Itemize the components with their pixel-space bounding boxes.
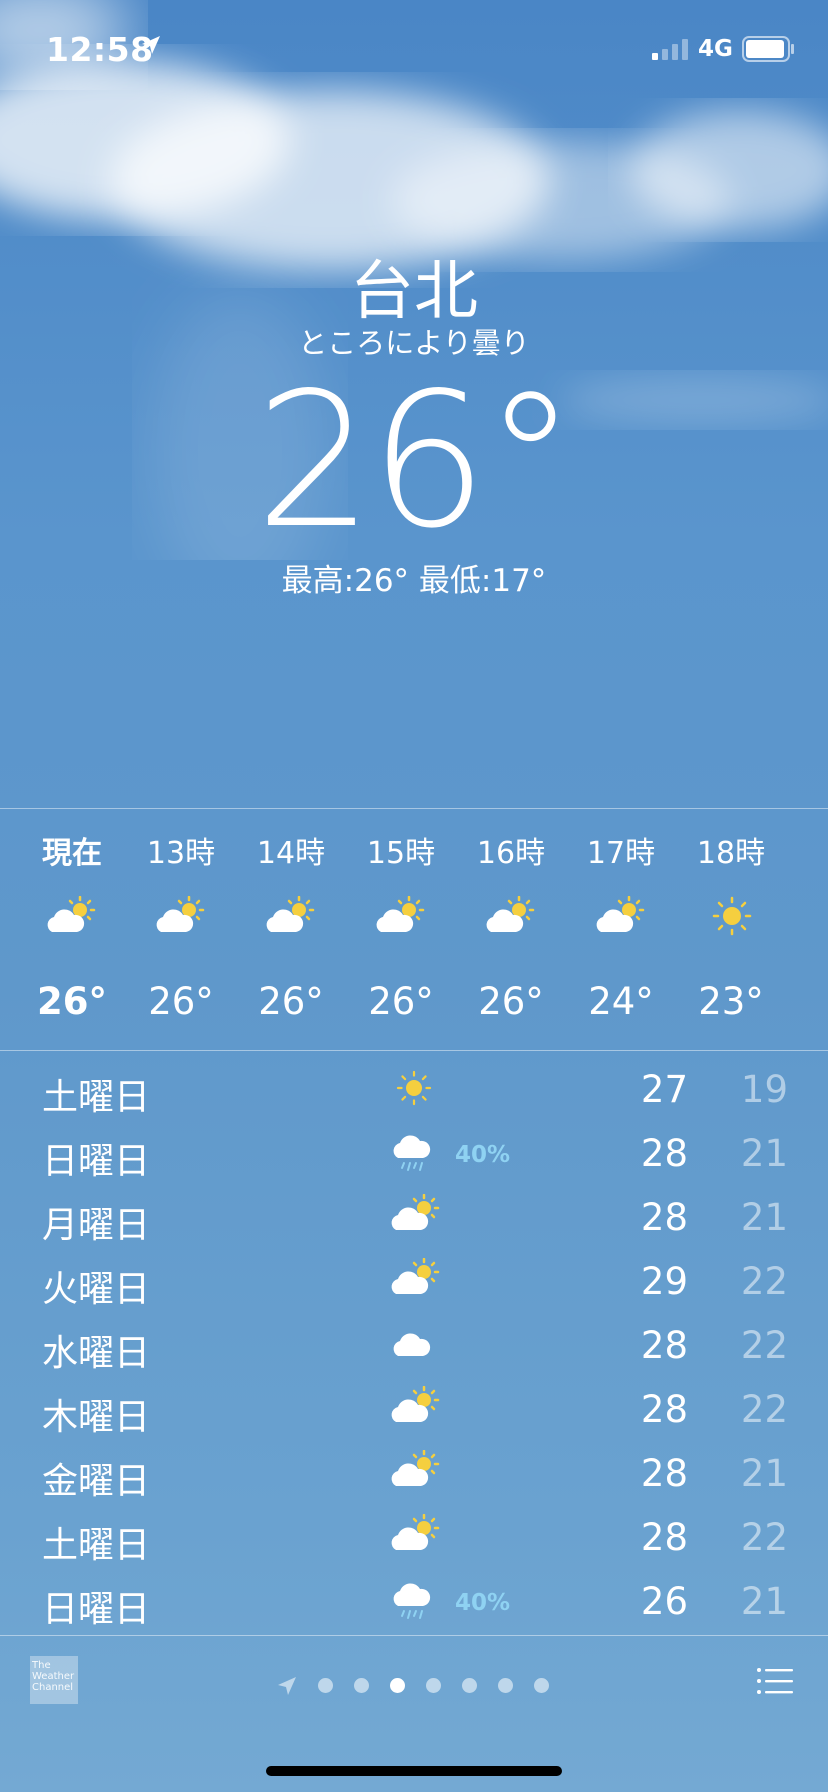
partly-sunny-icon — [376, 896, 425, 932]
hour-label: 14時 — [256, 836, 326, 871]
rain-icon — [393, 1135, 431, 1171]
day-row: 木曜日 28 22 — [0, 1378, 828, 1442]
page-dot[interactable] — [534, 1678, 549, 1693]
sun-icon — [396, 1070, 432, 1106]
day-name: 水曜日 — [42, 1333, 151, 1374]
hour-temp: 26° — [258, 980, 324, 1023]
day-row: 火曜日 29 22 — [0, 1250, 828, 1314]
day-name: 金曜日 — [42, 1461, 151, 1502]
partly-sunny-icon — [391, 1450, 440, 1486]
weather-channel-logo[interactable]: The Weather Channel — [30, 1656, 78, 1704]
day-low: 21 — [740, 1580, 788, 1623]
day-high: 28 — [640, 1388, 688, 1431]
location-arrow-icon — [142, 36, 160, 54]
hourly-bottom-divider — [0, 1050, 828, 1051]
day-high: 28 — [640, 1452, 688, 1495]
day-name: 木曜日 — [42, 1397, 151, 1438]
day-high: 28 — [640, 1196, 688, 1239]
partly-sunny-icon — [391, 1258, 440, 1294]
day-name: 土曜日 — [42, 1077, 151, 1118]
status-time: 12:58 — [46, 30, 154, 69]
day-row: 月曜日 28 21 — [0, 1186, 828, 1250]
page-dot-active[interactable] — [390, 1678, 405, 1693]
cellular-signal-icon — [652, 39, 688, 60]
day-name: 火曜日 — [42, 1269, 151, 1310]
partly-sunny-icon — [391, 1194, 440, 1230]
hourly-forecast[interactable]: 現在 26° 13時 26° 14時 26° 15時 26° 16時 26° 1… — [0, 808, 828, 1050]
hour-label: 18時 — [696, 836, 766, 871]
page-dot[interactable] — [462, 1678, 477, 1693]
day-row: 土曜日 27 19 — [0, 1058, 828, 1122]
precip-chance: 40% — [455, 1142, 511, 1168]
battery-icon — [742, 36, 794, 62]
day-high: 28 — [640, 1324, 688, 1367]
page-dot[interactable] — [318, 1678, 333, 1693]
page-dot[interactable] — [426, 1678, 441, 1693]
day-low: 22 — [740, 1516, 788, 1559]
hour-temp: 26° — [148, 980, 214, 1023]
hour-temp: 26° — [368, 980, 434, 1023]
hour-label: 15時 — [366, 836, 436, 871]
day-row: 日曜日 40% 28 21 — [0, 1122, 828, 1186]
day-name: 土曜日 — [42, 1525, 151, 1566]
current-temperature: 26° — [255, 352, 577, 569]
footer-toolbar: The Weather Channel — [0, 1636, 828, 1716]
rain-icon — [393, 1583, 431, 1619]
city-name: 台北 — [350, 255, 478, 329]
day-row: 土曜日 28 22 — [0, 1506, 828, 1570]
partly-sunny-icon — [266, 896, 315, 932]
home-indicator[interactable] — [266, 1766, 562, 1776]
hour-label: 17時 — [586, 836, 656, 871]
day-name: 日曜日 — [42, 1589, 151, 1630]
day-low: 22 — [740, 1324, 788, 1367]
day-high: 29 — [640, 1260, 688, 1303]
hour-temp: 24° — [588, 980, 654, 1023]
day-row: 金曜日 28 21 — [0, 1442, 828, 1506]
page-dot[interactable] — [354, 1678, 369, 1693]
day-row: 日曜日 40% 26 21 — [0, 1570, 828, 1634]
partly-sunny-icon — [47, 896, 96, 932]
hour-label: 13時 — [146, 836, 216, 871]
location-arrow-icon — [278, 1677, 296, 1695]
day-low: 21 — [740, 1196, 788, 1239]
day-low: 21 — [740, 1452, 788, 1495]
hour-temp: 23° — [698, 980, 764, 1023]
precip-chance: 40% — [455, 1590, 511, 1616]
hour-temp: 26° — [37, 980, 107, 1023]
hour-label: 16時 — [476, 836, 546, 871]
partly-sunny-icon — [391, 1514, 440, 1550]
partly-sunny-icon — [156, 896, 205, 932]
day-low: 22 — [740, 1260, 788, 1303]
day-row: 水曜日 28 22 — [0, 1314, 828, 1378]
day-low: 19 — [740, 1068, 788, 1111]
city-list-icon[interactable] — [756, 1666, 796, 1696]
day-high: 28 — [640, 1516, 688, 1559]
sun-icon — [712, 896, 752, 936]
hour-label: 現在 — [42, 836, 102, 871]
day-low: 22 — [740, 1388, 788, 1431]
network-type: 4G — [698, 36, 733, 62]
day-high: 28 — [640, 1132, 688, 1175]
cloud-icon — [393, 1333, 431, 1356]
day-high: 26 — [640, 1580, 688, 1623]
partly-sunny-icon — [486, 896, 535, 932]
high-low-temperature: 最高:26° 最低:17° — [281, 563, 547, 599]
status-bar: 12:58 4G — [0, 30, 828, 70]
hour-temp: 26° — [478, 980, 544, 1023]
page-dot[interactable] — [498, 1678, 513, 1693]
partly-sunny-icon — [391, 1386, 440, 1422]
day-high: 27 — [640, 1068, 688, 1111]
day-low: 21 — [740, 1132, 788, 1175]
day-name: 日曜日 — [42, 1141, 151, 1182]
partly-sunny-icon — [596, 896, 645, 932]
day-name: 月曜日 — [42, 1205, 151, 1246]
